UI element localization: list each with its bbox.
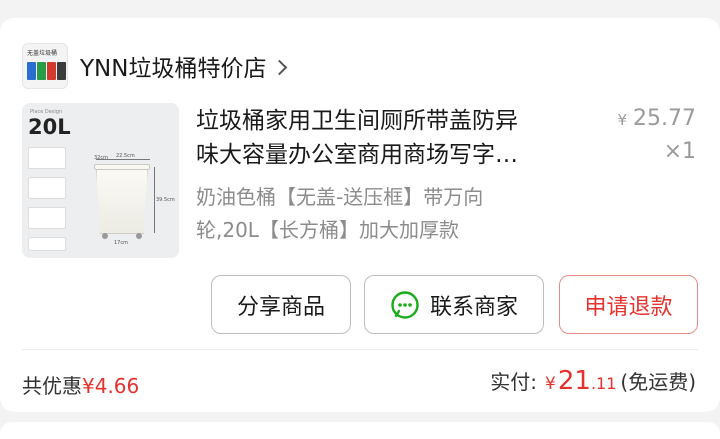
discount-summary: 共优惠¥4.66 [22,370,139,399]
share-product-button[interactable]: 分享商品 [211,275,351,334]
wheel-icon [136,233,142,239]
price-currency: ¥ [617,111,628,129]
product-quantity: ×1 [663,139,696,164]
product-spec-line: 奶油色桶【无盖-送压框】带万向 [196,185,484,209]
shop-header[interactable]: 无盖垃圾桶 YNN垃圾桶特价店 [22,42,288,90]
dimension-label: 22.5cm [116,153,135,159]
wechat-chat-icon [391,290,419,319]
logo-bin-green [37,62,46,80]
thumb-side-panel [28,237,66,251]
product-title-line: 垃圾桶家用卫生间厕所带盖防异 [196,108,518,134]
contact-seller-label: 联系商家 [429,294,518,320]
shop-name[interactable]: YNN垃圾桶特价店 [80,49,266,83]
product-price: ¥25.77 [617,106,696,131]
paid-amount-decimal: .11 [590,374,617,393]
shop-logo: 无盖垃圾桶 [22,43,68,89]
shop-logo-text: 无盖垃圾桶 [27,50,58,57]
product-spec: 奶油色桶【无盖-送压框】带万向 轮,20L【长方桶】加大加厚款 [196,181,576,247]
dimension-label: 32cm [94,155,108,161]
paid-summary: 实付: ¥ 21 .11 (免运费) [490,366,696,396]
product-image[interactable]: Place Design 20L 22.5cm 32cm 39.5cm 17cm [22,103,179,258]
thumb-side-panel [28,177,66,199]
product-spec-line: 轮,20L【长方桶】加大加厚款 [196,218,459,242]
contact-seller-button[interactable]: 联系商家 [364,275,544,334]
dimension-line [154,167,155,233]
discount-amount: ¥4.66 [82,374,140,398]
request-refund-button[interactable]: 申请退款 [559,275,698,334]
divider [22,349,698,350]
logo-bin-gray [57,62,66,80]
chevron-right-icon[interactable] [272,59,288,75]
thumb-side-panel [28,207,66,229]
paid-amount-integer: 21 [557,366,591,396]
thumb-size-label: 20L [28,115,71,139]
discount-label: 共优惠 [22,374,82,398]
dimension-label: 39.5cm [156,197,175,203]
product-title-line: 味大容量办公室商用商场写字… [196,142,518,168]
next-card-edge [0,422,720,439]
dimension-label: 17cm [114,240,128,246]
logo-bin-blue [27,62,36,80]
request-refund-label: 申请退款 [584,294,673,320]
share-product-label: 分享商品 [236,294,325,320]
thumb-side-panel [28,147,66,169]
wheel-icon [102,233,108,239]
product-title[interactable]: 垃圾桶家用卫生间厕所带盖防异 味大容量办公室商用商场写字… [196,104,586,172]
price-value: 25.77 [633,106,696,131]
paid-label: 实付: [490,370,538,394]
trash-bin-rim [94,164,150,170]
logo-bin-red [47,62,56,80]
paid-currency: ¥ [545,374,556,394]
trash-bin-illustration [96,166,148,234]
shipping-note: (免运费) [620,370,696,394]
